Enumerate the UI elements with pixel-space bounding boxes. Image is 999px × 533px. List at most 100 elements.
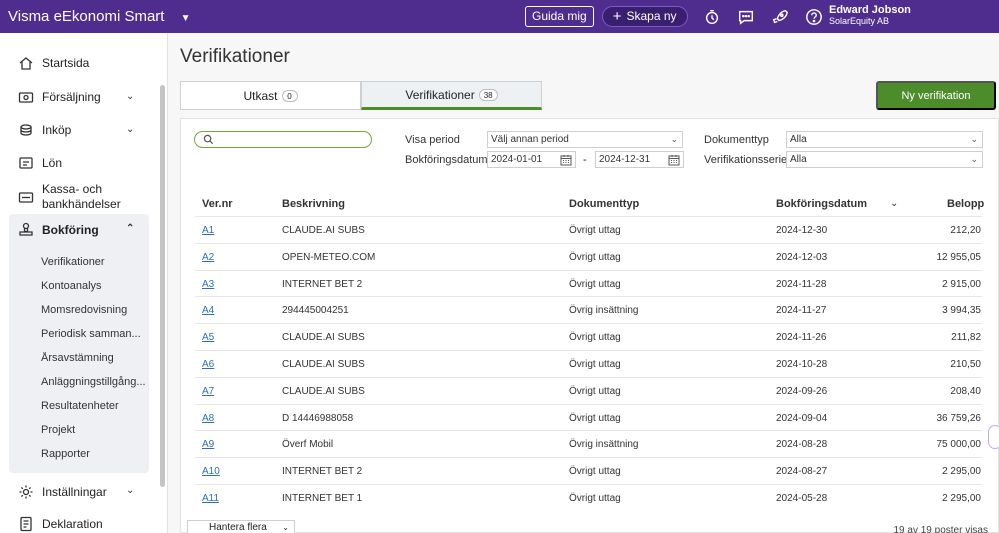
- create-new-button[interactable]: + Skapa ny: [601, 6, 688, 27]
- table-row[interactable]: A6 CLAUDE.AI SUBS Övrigt uttag 2024-10-28 21…: [195, 350, 982, 377]
- user-name: Edward Jobson: [829, 4, 911, 16]
- sidebar-sub-momsredovisning[interactable]: Momsredovisning: [41, 304, 146, 316]
- chevron-down-icon: ⌄: [970, 154, 978, 164]
- sidebar-scrollbar[interactable]: [160, 85, 165, 487]
- cell-belopp: 210,50: [950, 359, 981, 370]
- sidebar-item-bokforing[interactable]: Bokföring: [18, 222, 99, 238]
- cell-bokforingsdatum: 2024-11-27: [776, 305, 827, 317]
- tab-utkast[interactable]: Utkast 0: [180, 81, 361, 110]
- date-to-value: 2024-12-31: [599, 154, 651, 165]
- chevron-down-icon[interactable]: ▼: [181, 13, 191, 24]
- user-menu[interactable]: Edward Jobson SolarEquity AB: [829, 5, 911, 27]
- table-row[interactable]: A1 CLAUDE.AI SUBS Övrigt uttag 2024-12-30 21…: [195, 216, 982, 243]
- chevron-down-icon: ⌄: [670, 134, 678, 144]
- sidebar-sub-kontoanalys[interactable]: Kontoanalys: [41, 280, 146, 292]
- cell-belopp: 2 295,00: [942, 493, 981, 504]
- table-row[interactable]: A2 OPEN-METEO.COM Övrigt uttag 2024-12-03 12…: [195, 242, 982, 270]
- tab-label: Verifikationer: [405, 87, 475, 102]
- calendar-icon[interactable]: [560, 154, 572, 166]
- coins-icon: [18, 122, 34, 138]
- cell-vernr[interactable]: A3: [202, 279, 214, 290]
- sidebar-sub-verifikationer[interactable]: Verifikationer: [41, 256, 146, 268]
- cell-belopp: 2 295,00: [942, 466, 981, 478]
- cell-vernr[interactable]: A4: [202, 305, 214, 316]
- cell-vernr[interactable]: A1: [202, 225, 214, 236]
- floating-help-widget[interactable]: [988, 425, 999, 449]
- sidebar-item-lon[interactable]: Lön: [18, 155, 62, 171]
- sidebar-sub-resultatenheter[interactable]: Resultatenheter: [41, 400, 146, 412]
- sidebar-sub-anlaggning[interactable]: Anläggningstillgång...: [41, 376, 146, 388]
- verifications-panel: Visa period Välj annan period ⌄ Bokförin…: [180, 118, 999, 533]
- chevron-down-icon[interactable]: ⌄: [126, 485, 134, 496]
- table-row[interactable]: A8 D 14446988058 Övrigt uttag 2024-09-04 36 …: [195, 403, 982, 431]
- chevron-down-icon[interactable]: ⌄: [126, 91, 134, 102]
- table-row[interactable]: A11 INTERNET BET 1 Övrigt uttag 2024-05-28 2…: [195, 484, 982, 511]
- rocket-icon[interactable]: [770, 7, 790, 27]
- cell-vernr[interactable]: A7: [202, 386, 214, 397]
- cell-vernr[interactable]: A11: [202, 493, 219, 504]
- guide-button[interactable]: Guida mig: [525, 6, 594, 27]
- search-input[interactable]: [194, 131, 372, 148]
- sidebar-item-deklaration[interactable]: Deklaration: [18, 516, 103, 532]
- cell-vernr[interactable]: A5: [202, 332, 214, 343]
- bank-icon: [18, 189, 34, 205]
- sidebar-sub-projekt[interactable]: Projekt: [41, 424, 146, 436]
- period-select[interactable]: Välj annan period ⌄: [487, 131, 683, 148]
- cell-dokumenttyp: Övrigt uttag: [569, 385, 621, 397]
- tab-label: Utkast: [243, 88, 278, 103]
- cell-beskrivning: OPEN-METEO.COM: [282, 251, 376, 263]
- cell-vernr[interactable]: A2: [202, 252, 214, 263]
- date-from-input[interactable]: 2024-01-01: [487, 151, 576, 168]
- cell-beskrivning: INTERNET BET 2: [282, 466, 363, 478]
- timer-icon[interactable]: [702, 7, 722, 27]
- cell-vernr[interactable]: A10: [202, 466, 220, 477]
- cell-beskrivning: CLAUDE.AI SUBS: [282, 359, 365, 370]
- cell-dokumenttyp: Övrigt uttag: [569, 251, 621, 263]
- chevron-up-icon[interactable]: ⌃: [126, 223, 134, 234]
- chat-icon[interactable]: [736, 7, 756, 27]
- column-header-dokumenttyp[interactable]: Dokumenttyp: [569, 198, 639, 210]
- cell-bokforingsdatum: 2024-11-28: [776, 278, 827, 290]
- cell-bokforingsdatum: 2024-08-28: [776, 439, 828, 451]
- cell-dokumenttyp: Övrigt uttag: [569, 225, 621, 236]
- tab-verifikationer[interactable]: Verifikationer 38: [361, 81, 542, 110]
- table-row[interactable]: A7 CLAUDE.AI SUBS Övrigt uttag 2024-09-26 20…: [195, 376, 982, 404]
- series-select[interactable]: Alla ⌄: [786, 151, 983, 168]
- sidebar-sub-arsavstamning[interactable]: Årsavstämning: [41, 352, 146, 364]
- new-verification-button[interactable]: Ny verifikation: [876, 81, 996, 110]
- table-row[interactable]: A4 294445004251 Övrig insättning 2024-11-27…: [195, 296, 982, 323]
- table-row[interactable]: A5 CLAUDE.AI SUBS Övrigt uttag 2024-11-26 21…: [195, 323, 982, 350]
- table-row[interactable]: A3 INTERNET BET 2 Övrigt uttag 2024-11-28 2 …: [195, 269, 982, 297]
- cell-vernr[interactable]: A8: [202, 413, 214, 424]
- help-icon[interactable]: [804, 7, 824, 27]
- column-header-bokforingsdatum[interactable]: Bokföringsdatum: [776, 198, 867, 210]
- calendar-icon[interactable]: [668, 154, 680, 166]
- column-header-vernr[interactable]: Ver.nr: [202, 198, 233, 210]
- chevron-down-icon[interactable]: ⌄: [126, 124, 134, 135]
- cell-beskrivning: Överf Mobil: [282, 439, 334, 451]
- column-header-belopp[interactable]: Belopp: [947, 198, 984, 210]
- doctype-select[interactable]: Alla ⌄: [786, 131, 983, 148]
- cell-belopp: 12 955,05: [936, 251, 982, 263]
- company-name: SolarEquity AB: [829, 16, 890, 26]
- cell-vernr[interactable]: A9: [202, 439, 214, 450]
- date-to-input[interactable]: 2024-12-31: [595, 151, 684, 168]
- sidebar-item-kassa-bank[interactable]: Kassa- och bankhändelser: [18, 182, 121, 212]
- sidebar-sub-rapporter[interactable]: Rapporter: [41, 448, 146, 460]
- app-brand[interactable]: Visma eEkonomi Smart ▼: [0, 8, 191, 25]
- table-row[interactable]: A9 Överf Mobil Övrig insättning 2024-08-28 7…: [195, 430, 982, 457]
- cell-vernr[interactable]: A6: [202, 359, 214, 370]
- date-label: Bokföringsdatum: [405, 154, 488, 166]
- sort-chevron-icon[interactable]: ⌄: [890, 198, 898, 209]
- sidebar-item-inkop[interactable]: Inköp: [18, 122, 71, 138]
- sidebar-item-startsida[interactable]: Startsida: [18, 55, 89, 71]
- cell-beskrivning: CLAUDE.AI SUBS: [282, 385, 365, 397]
- sidebar-item-forsaljning[interactable]: Försäljning: [18, 89, 101, 105]
- sidebar-item-installningar[interactable]: Inställningar: [18, 484, 107, 500]
- cell-dokumenttyp: Övrig insättning: [569, 305, 639, 317]
- sidebar-sub-periodisk[interactable]: Periodisk samman...: [41, 328, 146, 340]
- table-row[interactable]: A10 INTERNET BET 2 Övrigt uttag 2024-08-27 2…: [195, 457, 982, 484]
- bulk-actions-select[interactable]: Hantera flera ⌄: [187, 520, 295, 533]
- column-header-beskrivning[interactable]: Beskrivning: [282, 198, 345, 210]
- cell-belopp: 212,20: [950, 225, 981, 236]
